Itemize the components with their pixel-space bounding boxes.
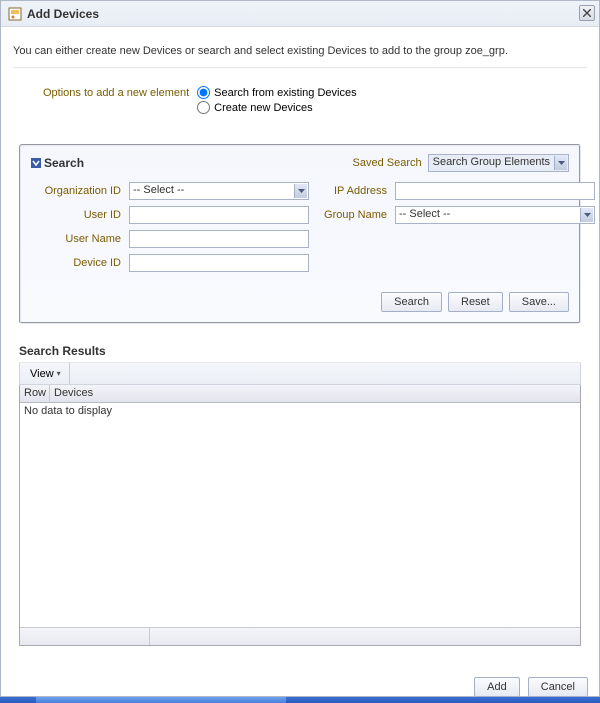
- saved-search-select[interactable]: Search Group Elements: [428, 154, 569, 172]
- user-name-input[interactable]: [129, 230, 309, 248]
- radio-search-existing[interactable]: Search from existing Devices: [197, 86, 356, 99]
- ip-address-input[interactable]: [395, 182, 595, 200]
- saved-search-label: Saved Search: [353, 157, 422, 169]
- organization-id-value: -- Select --: [129, 182, 309, 200]
- options-row: Options to add a new element Search from…: [43, 86, 587, 114]
- organization-id-select[interactable]: -- Select --: [129, 182, 309, 200]
- saved-search-value: Search Group Elements: [428, 154, 569, 172]
- dialog-title: Add Devices: [27, 7, 99, 21]
- search-panel: Search Saved Search Search Group Element…: [19, 144, 581, 324]
- dialog-icon: [7, 6, 23, 22]
- saved-search-wrap: Saved Search Search Group Elements: [353, 154, 570, 172]
- results-table: Row Devices No data to display: [19, 385, 581, 646]
- options-label: Options to add a new element: [43, 86, 189, 99]
- search-panel-buttons: Search Reset Save...: [31, 292, 569, 312]
- group-name-select[interactable]: -- Select --: [395, 206, 595, 224]
- close-button[interactable]: [579, 5, 595, 21]
- taskbar-item[interactable]: [36, 697, 286, 703]
- cancel-button[interactable]: Cancel: [528, 677, 588, 697]
- organization-id-label: Organization ID: [31, 185, 121, 197]
- radio-search-existing-label: Search from existing Devices: [214, 87, 356, 99]
- dialog-titlebar: Add Devices: [1, 1, 599, 27]
- column-header-devices[interactable]: Devices: [50, 385, 580, 402]
- dialog-content: You can either create new Devices or sea…: [1, 27, 599, 658]
- save-button[interactable]: Save...: [509, 292, 569, 312]
- collapse-toggle[interactable]: [31, 158, 41, 168]
- device-id-input[interactable]: [129, 254, 309, 272]
- chevron-down-icon: [32, 159, 40, 167]
- dialog-footer: Add Cancel: [474, 677, 588, 697]
- view-menu[interactable]: View ▾: [20, 363, 70, 384]
- ip-address-label: IP Address: [317, 185, 387, 197]
- add-devices-dialog: Add Devices You can either create new De…: [0, 0, 600, 697]
- results-table-body: No data to display: [20, 403, 580, 627]
- no-data-message: No data to display: [20, 403, 580, 419]
- search-results-title: Search Results: [19, 342, 581, 363]
- column-header-row[interactable]: Row: [20, 385, 50, 402]
- search-button[interactable]: Search: [381, 292, 442, 312]
- search-form: Organization ID -- Select -- IP Address …: [31, 182, 569, 272]
- device-id-label: Device ID: [31, 257, 121, 269]
- search-panel-title: Search: [44, 156, 84, 170]
- group-name-value: -- Select --: [395, 206, 595, 224]
- search-results-section: Search Results View ▾ Row Devices No dat…: [19, 342, 581, 646]
- radio-group: Search from existing Devices Create new …: [197, 86, 356, 114]
- view-menu-label: View: [30, 368, 54, 380]
- user-name-label: User Name: [31, 233, 121, 245]
- user-id-label: User ID: [31, 209, 121, 221]
- results-toolbar: View ▾: [19, 363, 581, 385]
- group-name-label: Group Name: [317, 209, 387, 221]
- chevron-down-icon: ▾: [57, 369, 61, 378]
- radio-create-new-input[interactable]: [197, 101, 210, 114]
- radio-create-new-label: Create new Devices: [214, 102, 312, 114]
- user-id-input[interactable]: [129, 206, 309, 224]
- instruction-text: You can either create new Devices or sea…: [13, 39, 587, 68]
- radio-search-existing-input[interactable]: [197, 86, 210, 99]
- search-panel-header: Search Saved Search Search Group Element…: [31, 154, 569, 172]
- results-table-header: Row Devices: [20, 385, 580, 403]
- reset-button[interactable]: Reset: [448, 292, 503, 312]
- results-table-footer: [20, 627, 580, 645]
- add-button[interactable]: Add: [474, 677, 520, 697]
- footer-cell: [20, 628, 150, 645]
- close-icon: [583, 9, 591, 17]
- radio-create-new[interactable]: Create new Devices: [197, 101, 356, 114]
- os-taskbar: [0, 697, 600, 703]
